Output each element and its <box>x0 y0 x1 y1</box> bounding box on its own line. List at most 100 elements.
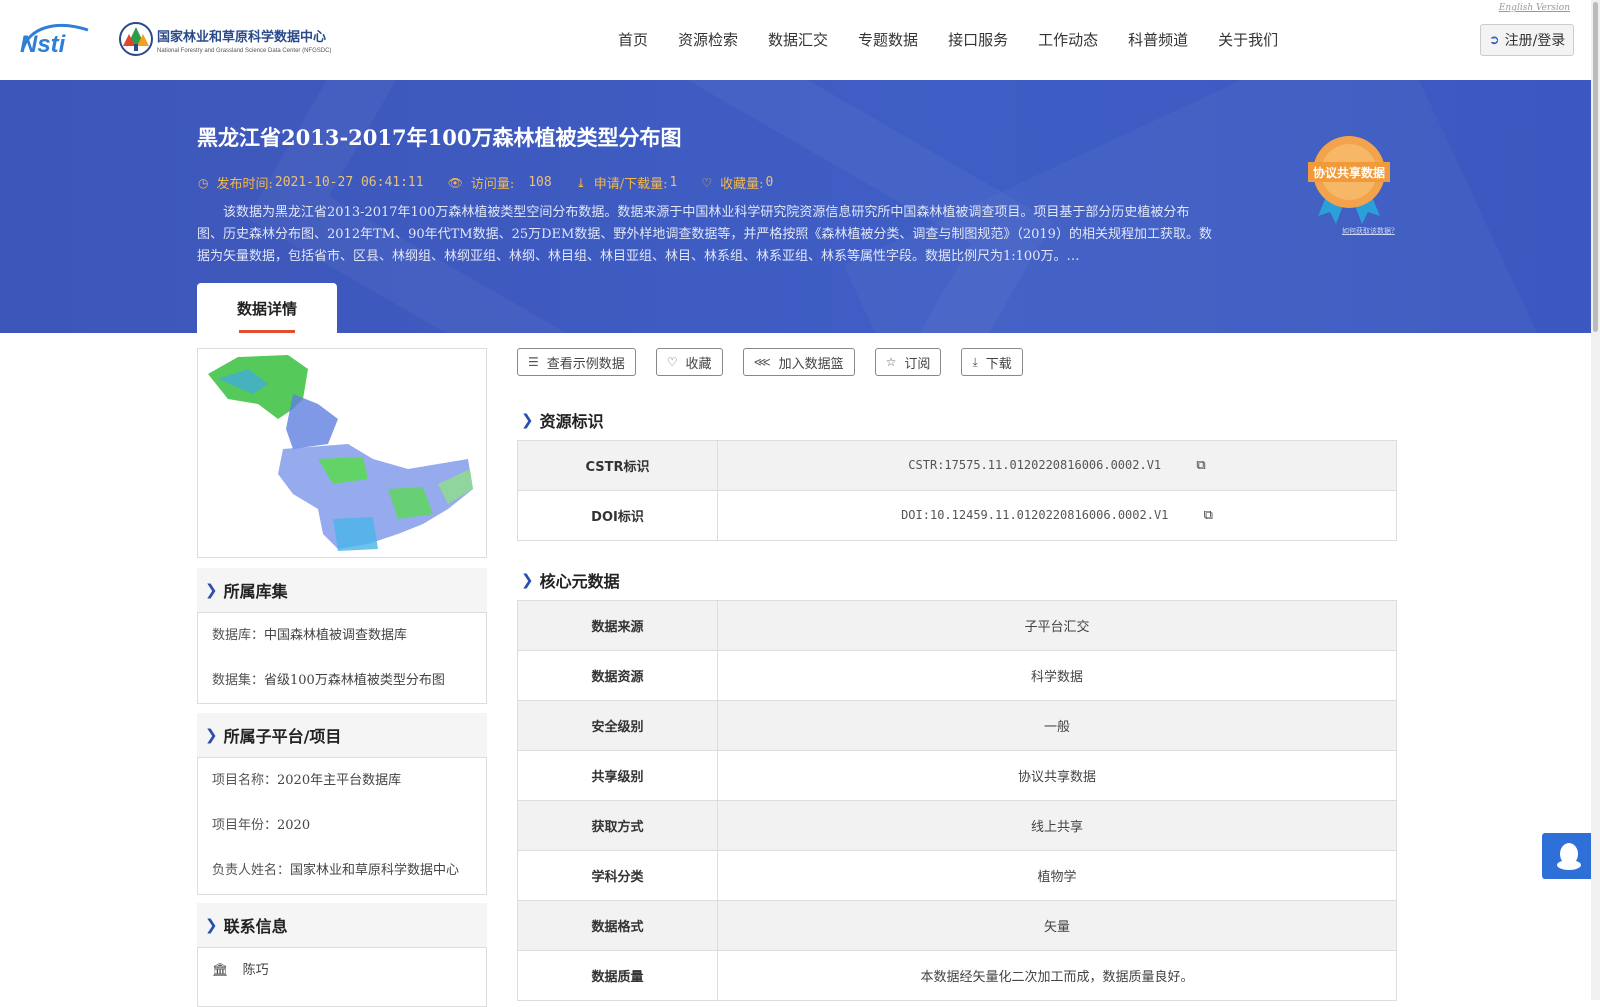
platform-row-value: 2020年主平台数据库 <box>277 773 402 788</box>
core-meta-section-header: ❯ 核心元数据 <box>521 568 620 592</box>
scrollbar-thumb[interactable] <box>1593 2 1598 332</box>
dataset-banner: 黑龙江省2013-2017年100万森林植被类型分布图 ◷ 发布时间: 2021… <box>0 80 1600 333</box>
subscribe-label: 订阅 <box>904 356 931 372</box>
chevron-right-icon: ❯ <box>205 726 218 744</box>
chevron-right-icon: ❯ <box>521 411 534 429</box>
dataset-thumbnail[interactable] <box>197 348 487 558</box>
meta-value: 线上共享 <box>717 800 1397 851</box>
add-to-basket-button[interactable]: ⋘ 加入数据篮 <box>742 348 855 376</box>
view-sample-data-label: 查看示例数据 <box>546 356 625 372</box>
main-nav: 首页 资源检索 数据汇交 专题数据 接口服务 工作动态 科普频道 关于我们 <box>618 0 1308 78</box>
how-to-get-data-link[interactable]: 如何获取该数据? <box>1342 226 1395 236</box>
platform-row-value: 国家林业和草原科学数据中心 <box>290 863 460 878</box>
nav-home[interactable]: 首页 <box>618 29 648 50</box>
platform-row-project-year: 项目年份：2020 <box>212 803 472 848</box>
meta-value: 一般 <box>717 700 1397 751</box>
platform-row-value: 2020 <box>277 818 311 833</box>
add-to-basket-label: 加入数据篮 <box>778 356 844 372</box>
site-logo-text: 国家林业和草原科学数据中心 National Forestry and Gras… <box>157 26 331 54</box>
platform-row-label: 负责人姓名： <box>212 863 291 878</box>
site-name-cn: 国家林业和草原科学数据中心 <box>157 30 327 45</box>
table-row: 数据资源 科学数据 <box>517 650 1397 701</box>
meta-value: 子平台汇交 <box>717 600 1397 651</box>
forest-map-image <box>208 355 473 551</box>
clock-icon: ◷ <box>198 175 209 190</box>
collection-row-dataset[interactable]: 数据集：省级100万森林植被类型分布图 <box>212 658 472 703</box>
table-row: 数据来源 子平台汇交 <box>517 600 1397 651</box>
nav-resource-search[interactable]: 资源检索 <box>678 29 738 50</box>
chevron-right-icon: ❯ <box>205 581 218 599</box>
qq-chat-button[interactable] <box>1542 833 1596 879</box>
nav-data-submission[interactable]: 数据汇交 <box>768 29 828 50</box>
doi-key: DOI标识 <box>517 490 718 541</box>
share-icon: ⋘ <box>753 355 771 369</box>
collection-row-database[interactable]: 数据库：中国森林植被调查数据库 <box>212 613 472 658</box>
platform-row-project-name: 项目名称：2020年主平台数据库 <box>212 758 472 803</box>
tab-data-details-label: 数据详情 <box>236 299 297 318</box>
meta-key: 数据资源 <box>517 650 718 701</box>
site-header: Nsti 国家林业和草原科学数据中心 National Forestry and… <box>0 0 1600 80</box>
contact-row: 🏛 陈巧 <box>212 948 472 993</box>
star-icon: ☆ <box>885 355 897 369</box>
download-icon: ⤓ <box>972 354 978 369</box>
platform-section-header: ❯ 所属子平台/项目 <box>197 713 487 757</box>
nav-topic-data[interactable]: 专题数据 <box>858 29 918 50</box>
action-bar: ☰ 查看示例数据 ♡ 收藏 ⋘ 加入数据篮 ☆ 订阅 ⤓ 下载 <box>517 348 1043 376</box>
meta-value: 矢量 <box>717 900 1397 951</box>
favorite-button[interactable]: ♡ 收藏 <box>655 348 723 376</box>
download-count-label: 申请/下载量: <box>593 177 668 192</box>
meta-key: 学科分类 <box>517 850 718 901</box>
resource-id-section-header: ❯ 资源标识 <box>521 408 604 432</box>
site-name-en: National Forestry and Grassland Science … <box>157 48 332 54</box>
chevron-right-icon: ❯ <box>205 916 218 934</box>
visit-count-value: 108 <box>528 175 552 190</box>
active-tab-underline <box>239 330 295 333</box>
english-version-link[interactable]: English Version <box>1499 3 1570 13</box>
download-count-value: 1 <box>669 175 678 190</box>
table-row: DOI标识 DOI:10.12459.11.0120220816006.0002… <box>517 490 1397 541</box>
login-register-button[interactable]: ➲ 注册/登录 <box>1480 24 1574 56</box>
nsti-logo[interactable]: Nsti <box>18 22 98 56</box>
platform-row-owner: 负责人姓名：国家林业和草原科学数据中心 <box>212 848 472 893</box>
collection-row-value: 省级100万森林植被类型分布图 <box>264 673 445 688</box>
copy-icon[interactable]: ⧉ <box>1204 508 1213 523</box>
subscribe-button[interactable]: ☆ 订阅 <box>874 348 942 376</box>
database-icon: ☰ <box>528 355 539 369</box>
heart-icon: ♡ <box>666 355 678 369</box>
table-row: 共享级别 协议共享数据 <box>517 750 1397 801</box>
nav-science-channel[interactable]: 科普频道 <box>1128 29 1188 50</box>
eye-icon: 👁 <box>447 175 463 190</box>
platform-section-title: 所属子平台/项目 <box>223 727 342 746</box>
nav-about[interactable]: 关于我们 <box>1218 29 1278 50</box>
nfgsdc-emblem-icon[interactable] <box>118 20 154 58</box>
table-row: 数据格式 矢量 <box>517 900 1397 951</box>
meta-value: 植物学 <box>717 850 1397 901</box>
meta-value: 科学数据 <box>717 650 1397 701</box>
publish-time-value: 2021-10-27 06:41:11 <box>274 175 424 190</box>
nav-news[interactable]: 工作动态 <box>1038 29 1098 50</box>
meta-key: 安全级别 <box>517 700 718 751</box>
resource-id-table: CSTR标识 CSTR:17575.11.0120220816006.0002.… <box>517 440 1397 541</box>
platform-section-box: 项目名称：2020年主平台数据库 项目年份：2020 负责人姓名：国家林业和草原… <box>197 757 487 895</box>
table-row: 安全级别 一般 <box>517 700 1397 751</box>
nav-api-service[interactable]: 接口服务 <box>948 29 1008 50</box>
heart-icon: ♡ <box>701 175 713 190</box>
meta-value: 协议共享数据 <box>717 750 1397 801</box>
sign-in-icon: ➲ <box>1488 32 1500 48</box>
download-count: ⤓ 申请/下载量: 1 <box>576 173 678 192</box>
meta-key: 数据格式 <box>517 900 718 951</box>
copy-icon[interactable]: ⧉ <box>1196 458 1205 473</box>
cstr-value: CSTR:17575.11.0120220816006.0002.V1 <box>908 458 1162 472</box>
doi-value: DOI:10.12459.11.0120220816006.0002.V1 <box>901 508 1169 522</box>
view-sample-data-button[interactable]: ☰ 查看示例数据 <box>517 348 636 376</box>
dataset-description: 该数据为黑龙江省2013-2017年100万森林植被类型空间分布数据。数据来源于… <box>197 205 1212 264</box>
download-button[interactable]: ⤓ 下载 <box>961 348 1023 376</box>
core-meta-section-title: 核心元数据 <box>539 572 620 591</box>
collection-row-label: 数据集： <box>212 673 265 688</box>
contact-section-header: ❯ 联系信息 <box>197 903 487 947</box>
dataset-meta: ◷ 发布时间: 2021-10-27 06:41:11 👁 访问量: 108 ⤓… <box>198 173 797 192</box>
platform-row-label: 项目年份： <box>212 818 278 833</box>
visit-count-label: 访问量: <box>470 177 515 192</box>
tab-data-details[interactable]: 数据详情 <box>197 283 337 333</box>
shared-data-badge-icon: 协议共享数据 <box>1308 136 1390 224</box>
